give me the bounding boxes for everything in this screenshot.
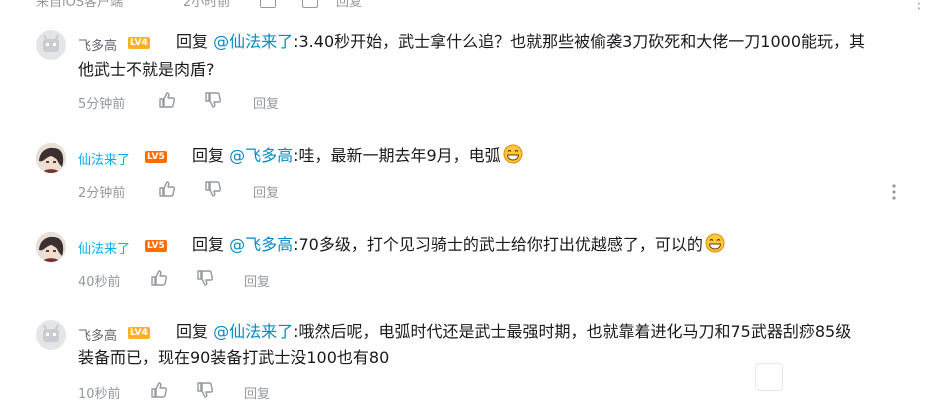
comment-meta: 5分钟前 回复 (78, 91, 378, 113)
comment-text: 回复 @仙法来了:3.40秒开始，武士拿什么追？也就那些被偷袭3刀砍死和大佬一刀… (176, 28, 936, 56)
grin-emoji-icon (705, 233, 725, 253)
comment-time: 10秒前 (78, 387, 121, 402)
comment-meta: 2分钟前 回复 (78, 180, 378, 202)
thumb-up-icon[interactable] (150, 269, 168, 291)
comment-text-continued: 他武士不就是肉盾? (78, 56, 938, 84)
thumb-down-icon[interactable] (302, 0, 318, 8)
thumb-down-icon[interactable] (204, 180, 222, 202)
comment-line: :70多级，打个见习骑士的武士给你打出优越感了，可以的 (293, 235, 703, 254)
previous-comment-meta: 来自iOS客户端 2小时前 回复 ⋮ (0, 0, 952, 10)
reply-prefix: 回复 (192, 146, 230, 165)
source-label: 来自iOS客户端 (36, 0, 124, 10)
reply-prefix: 回复 (176, 32, 214, 51)
reply-prefix: 回复 (192, 235, 230, 254)
reply-button[interactable]: 回复 (253, 182, 279, 201)
thumb-down-icon[interactable] (196, 381, 214, 403)
mention-link[interactable]: @仙法来了 (213, 32, 293, 51)
reply-prefix: 回复 (176, 322, 214, 341)
mention-link[interactable]: @飞多高 (229, 146, 293, 165)
comment-time: 5分钟前 (78, 97, 126, 112)
thumb-up-icon[interactable] (150, 381, 168, 403)
more-vertical-icon[interactable]: ⋮ (912, 0, 926, 10)
thumb-up-icon[interactable] (260, 0, 276, 8)
reply-button[interactable]: 回复 (244, 271, 270, 290)
time-label: 2小时前 (183, 0, 231, 10)
comment-line: 他武士不就是肉盾? (78, 60, 215, 79)
comment-line: :3.40秒开始，武士拿什么追？也就那些被偷袭3刀砍死和大佬一刀1000能玩，其 (293, 32, 866, 51)
level-badge: LV4 (128, 327, 150, 339)
comment-text-continued: 装备而已，现在90装备打武士没100也有80 (78, 344, 938, 372)
avatar[interactable] (36, 143, 66, 173)
avatar[interactable] (36, 232, 66, 262)
comment-meta: 10秒前 回复 (78, 381, 378, 403)
mention-link[interactable]: @仙法来了 (213, 322, 293, 341)
reply-button[interactable]: 回复 (336, 0, 362, 10)
username[interactable]: 仙法来了 (78, 149, 130, 168)
comment-time: 40秒前 (78, 275, 121, 290)
thumb-down-icon[interactable] (204, 91, 222, 113)
username[interactable]: 飞多高 (78, 325, 117, 344)
reply-button[interactable]: 回复 (244, 383, 270, 402)
username[interactable]: 仙法来了 (78, 238, 130, 257)
avatar[interactable] (36, 30, 66, 60)
comment-line: :哦然后呢，电弧时代还是武士最强时期，也就靠着进化马刀和75武器刮痧85级 (293, 322, 852, 341)
comment-time: 2分钟前 (78, 186, 126, 201)
username[interactable]: 飞多高 (78, 35, 117, 54)
mention-link[interactable]: @飞多高 (229, 235, 293, 254)
comment-text: 回复 @飞多高:70多级，打个见习骑士的武士给你打出优越感了，可以的 (192, 231, 912, 259)
comment-line: :哇，最新一期去年9月，电弧 (293, 146, 501, 165)
level-badge: LV4 (128, 37, 150, 49)
comment-meta: 40秒前 回复 (78, 269, 378, 291)
thumb-down-icon[interactable] (196, 269, 214, 291)
avatar[interactable] (36, 320, 66, 350)
level-badge: LV5 (145, 151, 167, 163)
reply-button[interactable]: 回复 (253, 93, 279, 112)
grin-emoji-icon (503, 144, 523, 164)
watermark-icon (755, 363, 783, 391)
comment-line: 装备而已，现在90装备打武士没100也有80 (78, 348, 390, 367)
comment-text: 回复 @飞多高:哇，最新一期去年9月，电弧 (192, 142, 892, 170)
more-vertical-icon[interactable] (891, 184, 901, 200)
level-badge: LV5 (145, 240, 167, 252)
comment-text: 回复 @仙法来了:哦然后呢，电弧时代还是武士最强时期，也就靠着进化马刀和75武器… (176, 318, 936, 346)
thumb-up-icon[interactable] (158, 91, 176, 113)
thumb-up-icon[interactable] (158, 180, 176, 202)
